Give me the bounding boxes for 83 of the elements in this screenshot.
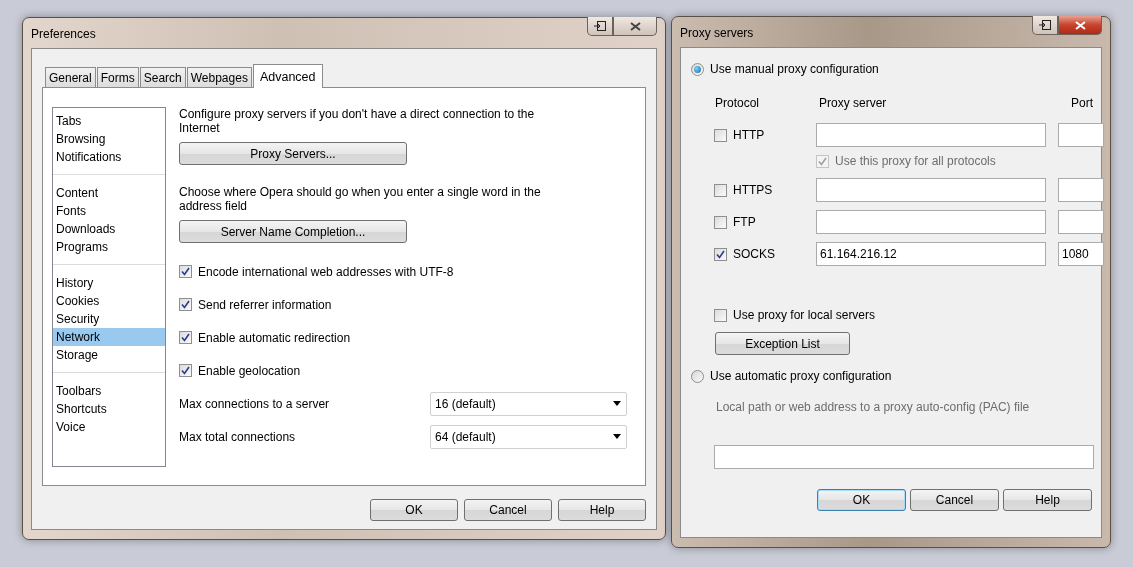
category-item[interactable]: Cookies [53,292,165,310]
proxy-server-field[interactable]: 61.164.216.12 [816,242,1046,266]
restore-icon [594,21,606,31]
radio-button[interactable] [691,369,704,383]
checkbox-label: HTTP [733,128,765,142]
close-icon [629,21,641,31]
close-button[interactable] [613,17,657,36]
category-item[interactable]: Storage [53,346,165,364]
description-text: Configure proxy servers if you don't have a direct connection to the Internet [179,107,536,135]
pac-hint-text: Local path or web address to a proxy auto-config (PAC) file [716,400,1031,414]
port-field[interactable]: 1080 [1058,242,1104,266]
radio-button[interactable] [691,62,704,76]
field-label: Max total connections [179,429,296,444]
checkbox-label: Encode international web addresses with UTF-8 [198,264,454,279]
dropdown[interactable]: 64 (default) [430,424,627,449]
proxy-server-field[interactable] [816,178,1046,202]
radio-label: Use automatic proxy configuration [710,369,892,383]
tab[interactable]: Forms [96,67,139,87]
category-item[interactable]: History [53,274,165,292]
proxy-server-field[interactable] [816,123,1046,147]
category-item[interactable]: Security [53,310,165,328]
checkbox[interactable] [714,128,727,142]
checkbox[interactable] [179,298,192,311]
port-field[interactable] [1058,178,1104,202]
settings-button[interactable]: Proxy Servers... [179,142,407,165]
radio-label: Use manual proxy configuration [710,62,879,76]
dialog-button[interactable]: OK [817,489,906,511]
dialog-button[interactable]: Help [1003,489,1092,511]
tab[interactable]: Advanced [252,64,323,88]
column-header: Proxy server [819,96,888,110]
restore-button[interactable] [1032,16,1058,35]
tab[interactable]: Webpages [186,67,252,87]
caret-icon [613,401,621,406]
checkbox[interactable] [714,308,727,322]
tab[interactable]: General [45,67,96,87]
window-title: Proxy servers [680,26,754,40]
checkbox-label: Send referrer information [198,297,332,312]
column-header: Protocol [715,96,761,110]
category-item[interactable]: Voice [53,418,165,436]
checkbox-label: Enable geolocation [198,363,301,378]
pac-address-field[interactable] [714,445,1094,469]
category-item[interactable]: Network [53,328,165,346]
category-item[interactable]: Content [53,184,165,202]
proxy-server-field[interactable] [816,210,1046,234]
category-item[interactable]: Shortcuts [53,400,165,418]
checkbox-label: FTP [733,215,756,229]
category-item[interactable]: Downloads [53,220,165,238]
checkbox[interactable] [179,331,192,344]
tab[interactable]: Search [139,67,186,87]
checkbox-label: Enable automatic redirection [198,330,351,345]
window-title: Preferences [31,27,96,41]
category-item[interactable]: Tabs [53,112,165,130]
checkbox[interactable] [714,247,727,261]
checkbox-label: Use proxy for local servers [733,308,876,322]
dialog-button[interactable]: Help [558,499,646,521]
category-item[interactable]: Programs [53,238,165,256]
category-item[interactable]: Toolbars [53,382,165,400]
column-header: Port [1071,96,1094,110]
checkbox[interactable] [179,364,192,377]
dialog-button[interactable]: Cancel [910,489,999,511]
category-item[interactable]: Notifications [53,148,165,166]
exception-list-button[interactable]: Exception List [715,332,850,355]
close-icon [1074,20,1086,30]
dialog-button[interactable]: Cancel [464,499,552,521]
dialog-button[interactable]: OK [370,499,458,521]
port-field[interactable] [1058,210,1104,234]
checkbox[interactable] [714,215,727,229]
restore-icon [1039,20,1051,30]
restore-button[interactable] [587,17,613,36]
dropdown[interactable]: 16 (default) [430,391,627,416]
checkbox[interactable] [179,265,192,278]
checkbox[interactable] [714,183,727,197]
description-text: Choose where Opera should go when you enter a single word in the address field [179,185,542,213]
checkbox-label: SOCKS [733,247,775,261]
field-label: Max connections to a server [179,396,330,411]
category-item[interactable]: Browsing [53,130,165,148]
checkbox-label: Use this proxy for all protocols [835,154,996,168]
settings-button[interactable]: Server Name Completion... [179,220,407,243]
close-button[interactable] [1058,16,1102,35]
category-item[interactable]: Fonts [53,202,165,220]
port-field[interactable] [1058,123,1104,147]
checkbox-label: HTTPS [733,183,773,197]
caret-icon [613,434,621,439]
